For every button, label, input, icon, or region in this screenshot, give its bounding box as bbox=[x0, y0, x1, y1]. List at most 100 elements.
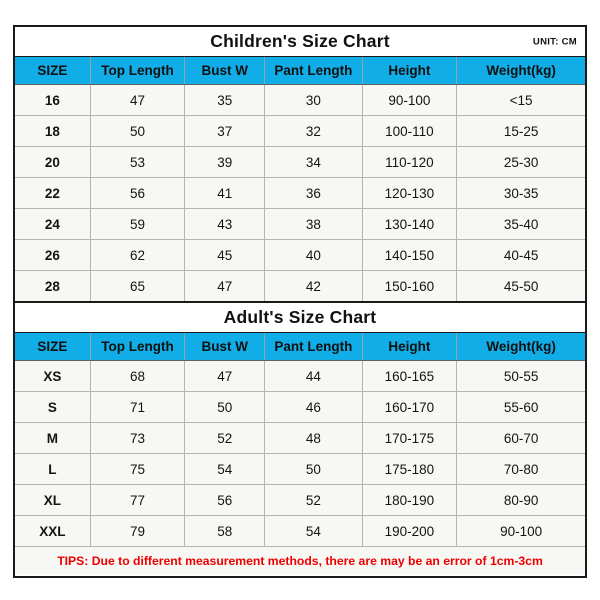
measurement-cell: <15 bbox=[456, 84, 585, 116]
measurement-cell: 46 bbox=[264, 391, 363, 423]
measurement-cell: 70-80 bbox=[456, 453, 585, 485]
measurement-cell: 90-100 bbox=[456, 515, 585, 546]
table-row: 24 59 43 38 130-140 35-40 bbox=[15, 208, 585, 240]
table-row: XXL 79 58 54 190-200 90-100 bbox=[15, 515, 585, 546]
measurement-cell: 30-35 bbox=[456, 177, 585, 209]
measurement-cell: 55-60 bbox=[456, 391, 585, 423]
measurement-cell: 45 bbox=[184, 239, 266, 271]
measurement-cell: 44 bbox=[264, 360, 363, 392]
unit-label: UNIT: CM bbox=[532, 36, 577, 47]
measurement-cell: 35 bbox=[184, 84, 266, 116]
measurement-cell: 52 bbox=[184, 422, 266, 454]
adult-title-band: Adult's Size Chart bbox=[15, 303, 585, 333]
measurement-cell: 47 bbox=[184, 270, 266, 301]
table-row: XL 77 56 52 180-190 80-90 bbox=[15, 484, 585, 516]
measurement-cell: 73 bbox=[90, 422, 186, 454]
measurement-cell: 25-30 bbox=[456, 146, 585, 178]
size-chart-container: Children's Size Chart UNIT: CM SIZE Top … bbox=[13, 25, 587, 578]
size-cell: 24 bbox=[15, 208, 91, 240]
size-cell: XS bbox=[15, 360, 91, 392]
measurement-cell: 30 bbox=[264, 84, 363, 116]
children-chart-title: Children's Size Chart bbox=[210, 31, 390, 51]
size-cell: 18 bbox=[15, 115, 91, 147]
measurement-cell: 43 bbox=[184, 208, 266, 240]
column-header-bust-w: Bust W bbox=[184, 57, 266, 85]
measurement-cell: 35-40 bbox=[456, 208, 585, 240]
measurement-cell: 100-110 bbox=[362, 115, 458, 147]
measurement-cell: 45-50 bbox=[456, 270, 585, 301]
table-row: M 73 52 48 170-175 60-70 bbox=[15, 422, 585, 454]
measurement-cell: 50 bbox=[264, 453, 363, 485]
measurement-cell: 180-190 bbox=[362, 484, 458, 516]
size-cell: 20 bbox=[15, 146, 91, 178]
adult-size-table: SIZE Top Length Bust W Pant Length Heigh… bbox=[15, 333, 585, 546]
column-header-weight: Weight(kg) bbox=[456, 57, 585, 85]
column-header-pant-length: Pant Length bbox=[264, 333, 363, 361]
column-header-height: Height bbox=[362, 333, 458, 361]
table-row: S 71 50 46 160-170 55-60 bbox=[15, 391, 585, 423]
tips-row: TIPS: Due to different measurement metho… bbox=[15, 546, 585, 574]
table-row: 20 53 39 34 110-120 25-30 bbox=[15, 146, 585, 178]
measurement-cell: 54 bbox=[264, 515, 363, 546]
measurement-cell: 52 bbox=[264, 484, 363, 516]
measurement-cell: 75 bbox=[90, 453, 186, 485]
measurement-cell: 58 bbox=[184, 515, 266, 546]
measurement-cell: 32 bbox=[264, 115, 363, 147]
measurement-cell: 41 bbox=[184, 177, 266, 209]
measurement-cell: 175-180 bbox=[362, 453, 458, 485]
measurement-cell: 170-175 bbox=[362, 422, 458, 454]
measurement-cell: 50 bbox=[90, 115, 186, 147]
tips-text: TIPS: Due to different measurement metho… bbox=[57, 553, 543, 568]
measurement-cell: 80-90 bbox=[456, 484, 585, 516]
column-header-top-length: Top Length bbox=[90, 333, 186, 361]
children-title-band: Children's Size Chart UNIT: CM bbox=[15, 27, 585, 57]
measurement-cell: 77 bbox=[90, 484, 186, 516]
measurement-cell: 34 bbox=[264, 146, 363, 178]
size-cell: 22 bbox=[15, 177, 91, 209]
measurement-cell: 190-200 bbox=[362, 515, 458, 546]
measurement-cell: 130-140 bbox=[362, 208, 458, 240]
measurement-cell: 160-170 bbox=[362, 391, 458, 423]
measurement-cell: 53 bbox=[90, 146, 186, 178]
measurement-cell: 59 bbox=[90, 208, 186, 240]
measurement-cell: 47 bbox=[90, 84, 186, 116]
size-cell: M bbox=[15, 422, 91, 454]
children-header-row: SIZE Top Length Bust W Pant Length Heigh… bbox=[15, 57, 585, 85]
size-cell: S bbox=[15, 391, 91, 423]
measurement-cell: 37 bbox=[184, 115, 266, 147]
measurement-cell: 36 bbox=[264, 177, 363, 209]
measurement-cell: 56 bbox=[90, 177, 186, 209]
table-row: 22 56 41 36 120-130 30-35 bbox=[15, 177, 585, 209]
measurement-cell: 110-120 bbox=[362, 146, 458, 178]
measurement-cell: 140-150 bbox=[362, 239, 458, 271]
table-row: 28 65 47 42 150-160 45-50 bbox=[15, 270, 585, 301]
size-cell: 16 bbox=[15, 84, 91, 116]
column-header-size: SIZE bbox=[15, 57, 91, 85]
adult-size-section: Adult's Size Chart SIZE Top Length Bust … bbox=[15, 303, 585, 574]
size-cell: XXL bbox=[15, 515, 91, 546]
measurement-cell: 60-70 bbox=[456, 422, 585, 454]
measurement-cell: 48 bbox=[264, 422, 363, 454]
column-header-size: SIZE bbox=[15, 333, 91, 361]
table-row: 16 47 35 30 90-100 <15 bbox=[15, 84, 585, 116]
measurement-cell: 42 bbox=[264, 270, 363, 301]
column-header-pant-length: Pant Length bbox=[264, 57, 363, 85]
measurement-cell: 68 bbox=[90, 360, 186, 392]
column-header-bust-w: Bust W bbox=[184, 333, 266, 361]
measurement-cell: 90-100 bbox=[362, 84, 458, 116]
measurement-cell: 50-55 bbox=[456, 360, 585, 392]
measurement-cell: 40 bbox=[264, 239, 363, 271]
column-header-top-length: Top Length bbox=[90, 57, 186, 85]
measurement-cell: 79 bbox=[90, 515, 186, 546]
size-cell: 26 bbox=[15, 239, 91, 271]
column-header-weight: Weight(kg) bbox=[456, 333, 585, 361]
adult-chart-title: Adult's Size Chart bbox=[223, 307, 377, 327]
size-cell: 28 bbox=[15, 270, 91, 301]
table-row: 26 62 45 40 140-150 40-45 bbox=[15, 239, 585, 271]
measurement-cell: 120-130 bbox=[362, 177, 458, 209]
children-size-section: Children's Size Chart UNIT: CM SIZE Top … bbox=[15, 27, 585, 303]
measurement-cell: 40-45 bbox=[456, 239, 585, 271]
measurement-cell: 38 bbox=[264, 208, 363, 240]
measurement-cell: 160-165 bbox=[362, 360, 458, 392]
measurement-cell: 56 bbox=[184, 484, 266, 516]
